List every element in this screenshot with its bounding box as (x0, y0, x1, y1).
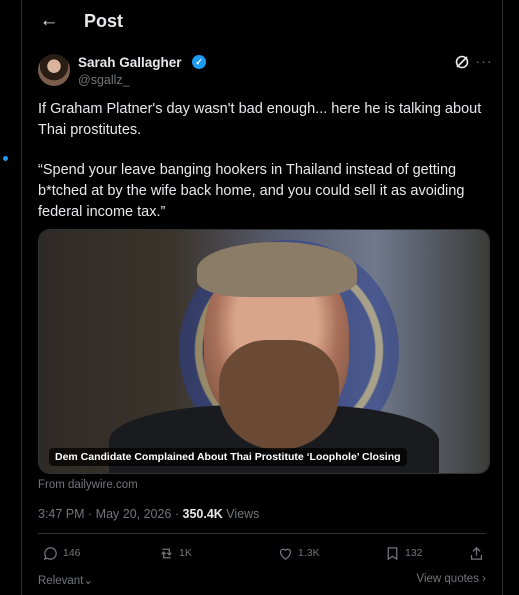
repost-count: 1K (179, 547, 192, 559)
post-meta: 3:47 PM · May 20, 2026 · 350.4K Views (38, 507, 259, 521)
more-options-icon[interactable]: ··· (474, 52, 494, 70)
views-label: Views (222, 507, 260, 521)
view-quotes-label: View quotes (416, 573, 479, 585)
author-name[interactable]: Sarah Gallagher (78, 55, 182, 70)
bookmark-count: 132 (405, 547, 423, 559)
reply-button[interactable]: 146 (42, 541, 81, 565)
like-count: 1.3K (298, 547, 320, 559)
sort-label: Relevant (38, 575, 84, 587)
bookmark-button[interactable]: 132 (384, 541, 423, 565)
back-button[interactable]: ← (36, 8, 62, 34)
divider (38, 533, 486, 534)
page-title: Post (84, 11, 124, 31)
post-text-paragraph-1: If Graham Platner's day wasn't bad enoug… (38, 101, 482, 138)
post-column: ← Post Sarah Gallagher ✓ @sgallz_ ··· If… (21, 0, 503, 595)
author-handle[interactable]: @sgallz_ (78, 73, 130, 87)
sort-replies-dropdown[interactable]: Relevant⌄ (38, 573, 93, 587)
person-beard (219, 340, 339, 450)
post-text-paragraph-2: “Spend your leave banging hookers in Tha… (38, 162, 465, 220)
reply-icon (43, 546, 57, 560)
verified-badge-icon: ✓ (192, 55, 206, 69)
repost-button[interactable]: 1K (158, 541, 192, 565)
repost-icon (161, 548, 172, 558)
link-source[interactable]: From dailywire.com (38, 479, 138, 491)
link-card-caption: Dem Candidate Complained About Thai Pros… (49, 448, 407, 466)
chevron-right-icon: › (482, 573, 486, 585)
like-button[interactable]: 1.3K (277, 541, 320, 565)
view-quotes-link[interactable]: View quotes › (417, 573, 487, 585)
views-count: 350.4K (182, 507, 223, 521)
share-button[interactable] (468, 541, 485, 565)
unread-indicator (3, 156, 8, 161)
action-bar: 146 1K 1.3K 132 (38, 541, 486, 567)
share-icon (470, 546, 483, 560)
reply-count: 146 (63, 547, 81, 559)
avatar[interactable] (38, 54, 70, 86)
heart-icon (279, 548, 292, 560)
link-card-image[interactable]: Dem Candidate Complained About Thai Pros… (38, 229, 490, 474)
grok-icon[interactable] (453, 54, 471, 72)
arrow-left-icon: ← (39, 10, 59, 31)
chevron-down-icon: ⌄ (83, 575, 94, 587)
bookmark-icon (387, 546, 398, 560)
person-hair (197, 242, 357, 297)
post-header: ← Post (22, 0, 502, 44)
post-timestamp[interactable]: 3:47 PM · May 20, 2026 · (38, 507, 183, 521)
